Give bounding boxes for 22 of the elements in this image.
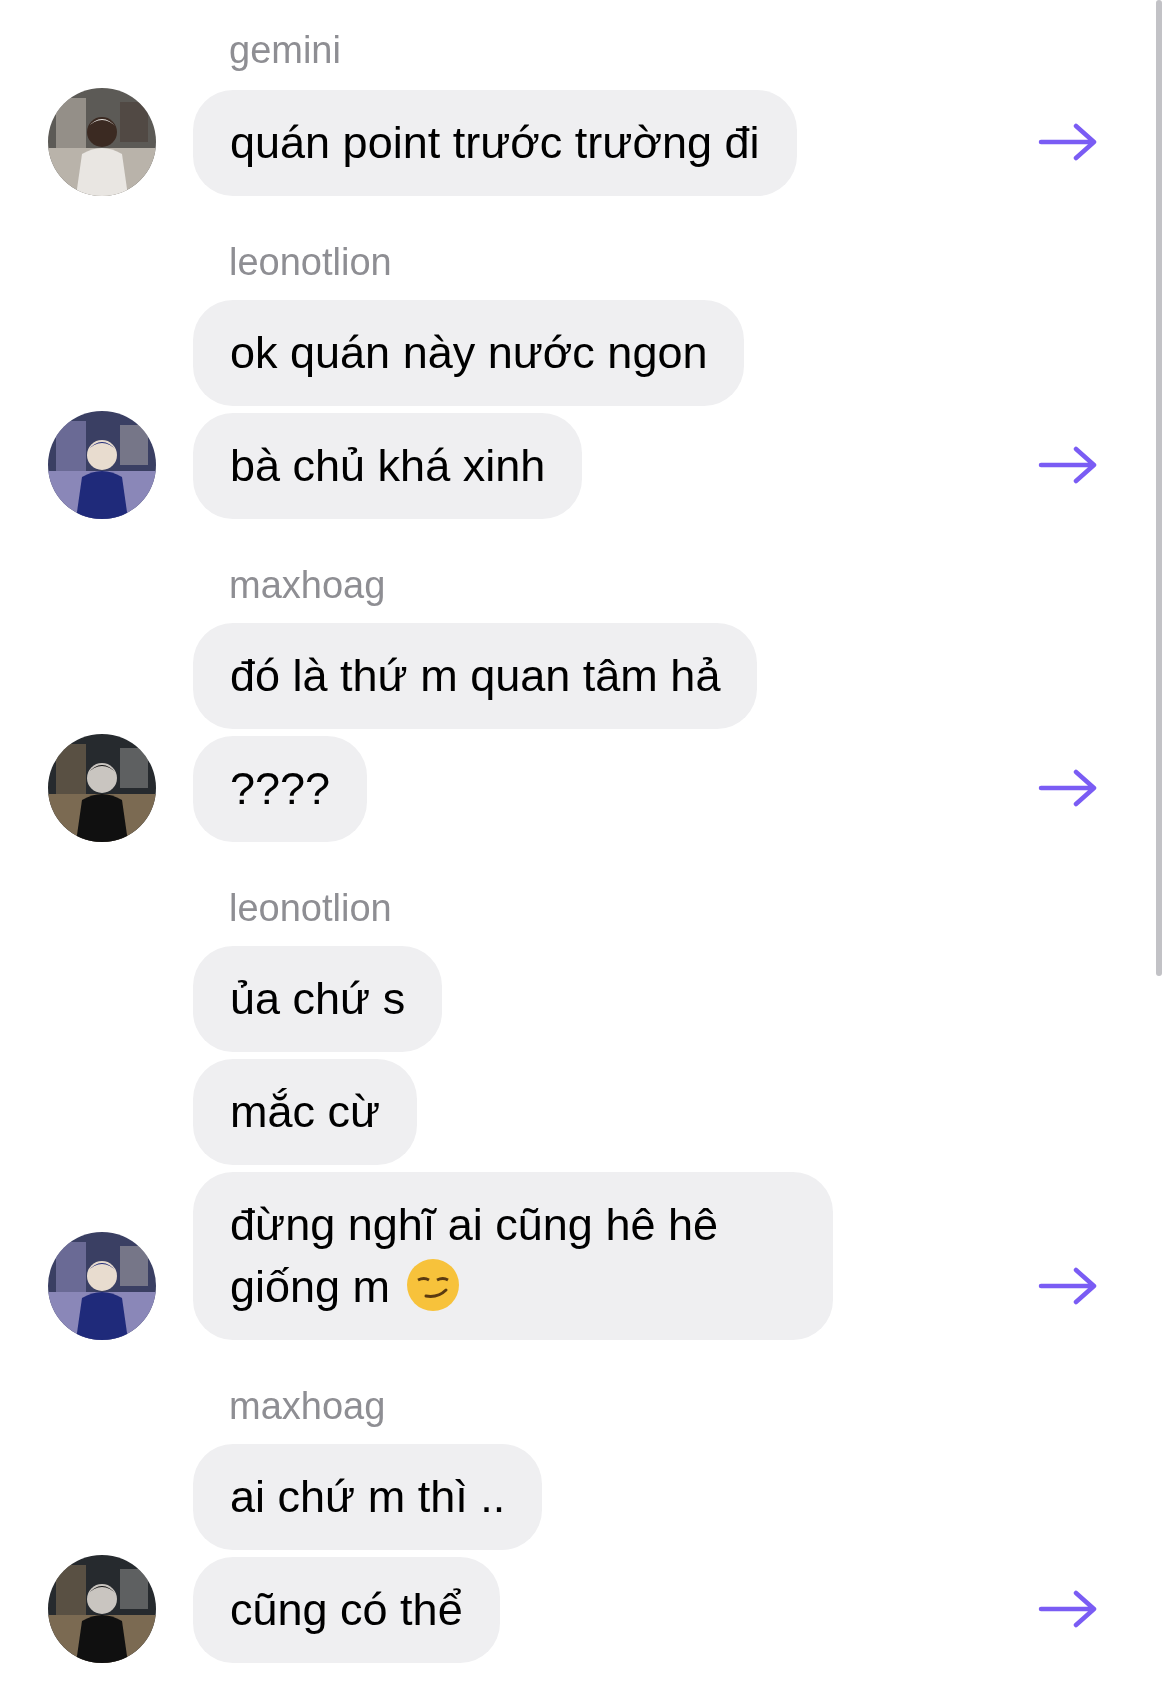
message-bubble[interactable]: quán point trước trường đi bbox=[193, 90, 797, 196]
sender-name: gemini bbox=[229, 29, 341, 71]
forward-arrow-icon[interactable] bbox=[1038, 1590, 1098, 1628]
message-bubble[interactable]: ai chứ m thì .. bbox=[193, 1444, 543, 1550]
forward-arrow-icon[interactable] bbox=[1038, 123, 1098, 161]
scrollbar[interactable] bbox=[1156, 0, 1162, 976]
smirk-face-icon bbox=[406, 1258, 461, 1312]
message-bubble[interactable]: ???? bbox=[193, 736, 368, 842]
sender-name: maxhoag bbox=[229, 1385, 386, 1427]
forward-arrow-icon[interactable] bbox=[1038, 769, 1098, 807]
forward-arrow-icon[interactable] bbox=[1038, 446, 1098, 484]
message-bubble[interactable]: cũng có thể bbox=[193, 1557, 500, 1663]
message-bubble[interactable]: ủa chứ s bbox=[193, 946, 443, 1052]
sender-name: leonotlion bbox=[229, 241, 392, 283]
message-bubble[interactable]: bà chủ khá xinh bbox=[193, 413, 583, 519]
message-bubble[interactable]: đừng nghĩ ai cũng hê hê giống m bbox=[193, 1172, 833, 1340]
message-bubble[interactable]: ok quán này nước ngon bbox=[193, 300, 745, 406]
message-bubble[interactable]: đó là thứ m quan tâm hả bbox=[193, 623, 758, 729]
sender-name: leonotlion bbox=[229, 887, 392, 929]
message-bubble[interactable]: mắc cừ bbox=[193, 1059, 418, 1165]
sender-name: maxhoag bbox=[229, 564, 386, 606]
forward-arrow-icon[interactable] bbox=[1038, 1267, 1098, 1305]
